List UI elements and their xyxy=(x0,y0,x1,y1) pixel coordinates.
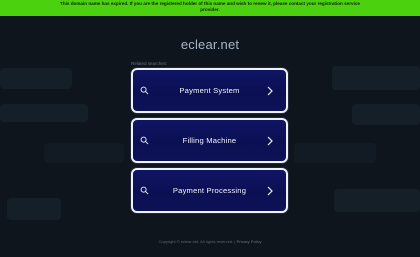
expired-domain-page: This domain name has expired. If you are… xyxy=(0,0,420,257)
banner-text-line-2: provider. xyxy=(200,6,220,12)
related-search-card-filling-machine[interactable]: Filling Machine xyxy=(131,118,288,163)
banner-text-line-1: This domain name has expired. If you are… xyxy=(60,1,360,6)
background-shape xyxy=(332,66,420,90)
chevron-right-icon xyxy=(267,186,273,196)
footer: Copyright © eclear.net. All rights reser… xyxy=(0,239,420,244)
background-shape xyxy=(7,198,61,220)
background-shape xyxy=(0,104,88,122)
chevron-right-icon xyxy=(267,136,273,146)
background-shape xyxy=(0,68,72,89)
background-shape xyxy=(334,189,420,212)
card-label: Filling Machine xyxy=(182,136,237,145)
expiration-banner: This domain name has expired. If you are… xyxy=(0,0,420,16)
card-label: Payment System xyxy=(179,86,240,95)
background-shape xyxy=(294,143,376,163)
chevron-right-icon xyxy=(267,86,273,96)
related-searches-label: Related searches: xyxy=(131,61,168,66)
background-shape xyxy=(352,104,420,125)
related-search-card-payment-processing[interactable]: Payment Processing xyxy=(131,168,288,213)
background-shape xyxy=(44,143,124,163)
privacy-policy-link[interactable]: Privacy Policy xyxy=(237,239,262,244)
card-label: Payment Processing xyxy=(172,186,247,195)
footer-copyright: Copyright © eclear.net. All rights reser… xyxy=(158,239,234,244)
domain-title: eclear.net xyxy=(180,37,240,52)
related-search-card-payment-system[interactable]: Payment System xyxy=(131,68,288,113)
